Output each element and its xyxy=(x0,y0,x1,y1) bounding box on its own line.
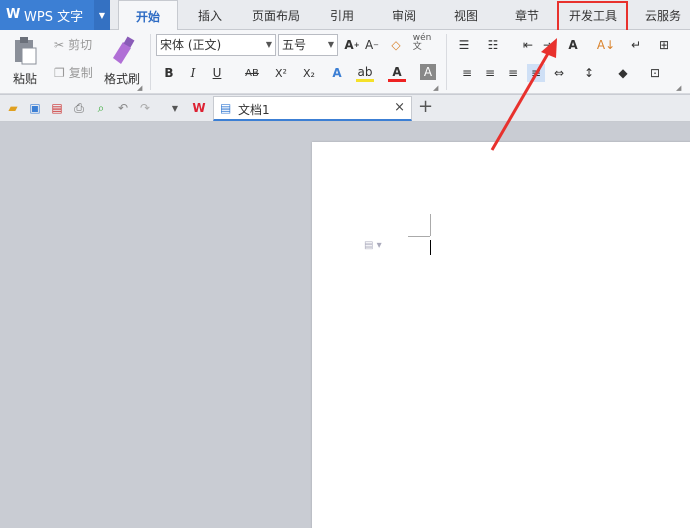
text-cursor xyxy=(430,240,431,255)
menu-bar: W WPS 文字 ▼ 开始 插入 页面布局 引用 审阅 视图 章节 开发工具 云… xyxy=(0,0,690,32)
format-painter-icon xyxy=(113,36,135,64)
paragraph-dialog-launcher-icon[interactable]: ◢ xyxy=(676,84,681,92)
app-name: WPS 文字 xyxy=(24,9,84,25)
separator xyxy=(446,34,447,90)
tab-references[interactable]: 引用 xyxy=(318,0,366,30)
quick-access-bar: ▰ ▣ ▤ ⎙ ⌕ ↶ ↷ ▼ W ▤ 文档1 × + xyxy=(0,95,690,122)
app-menu-caret-icon[interactable]: ▼ xyxy=(94,0,110,30)
bullet-list-icon[interactable]: ☰ xyxy=(455,36,473,54)
document-tab[interactable]: ▤ 文档1 × xyxy=(213,96,412,121)
shrink-font-icon[interactable]: A − xyxy=(363,36,381,54)
align-right-icon[interactable]: ≡ xyxy=(504,64,522,82)
wps-logo-icon: W xyxy=(6,7,21,22)
customize-caret-icon[interactable]: ▼ xyxy=(166,99,184,117)
export-pdf-icon[interactable]: ▤ xyxy=(48,99,66,117)
increase-indent-icon[interactable]: ⇥ xyxy=(539,36,557,54)
tab-chapter[interactable]: 章节 xyxy=(503,0,551,30)
numbered-list-icon[interactable]: ☷ xyxy=(484,36,502,54)
superscript-button[interactable]: X² xyxy=(270,64,292,82)
tab-cloud-service[interactable]: 云服务 xyxy=(636,0,690,30)
line-spacing-icon[interactable]: ↕ xyxy=(580,64,598,82)
underline-button[interactable]: U xyxy=(208,64,226,82)
print-icon[interactable]: ⎙ xyxy=(70,99,88,117)
format-painter-label: 格式刷 xyxy=(103,72,140,86)
new-tab-button[interactable]: + xyxy=(418,96,433,117)
margin-mark xyxy=(408,236,430,237)
open-folder-icon[interactable]: ▰ xyxy=(4,99,22,117)
sort-icon[interactable]: A↓ xyxy=(597,36,615,54)
document-icon: ▤ xyxy=(220,101,232,115)
grow-font-icon[interactable]: A + xyxy=(343,36,361,54)
save-icon[interactable]: ▣ xyxy=(26,99,44,117)
text-effect-icon[interactable]: A xyxy=(328,64,346,82)
cut-button[interactable]: ✂ 剪切 xyxy=(54,36,92,53)
chevron-down-icon: ▼ xyxy=(265,40,272,49)
paragraph-layout-icon[interactable]: ▤ ▾ xyxy=(364,240,382,251)
chevron-down-icon: ▼ xyxy=(327,40,334,49)
cut-label: 剪切 xyxy=(68,38,93,52)
tab-view[interactable]: 视图 xyxy=(442,0,490,30)
margin-mark xyxy=(430,214,431,236)
phonetic-guide-icon[interactable]: wén 文 xyxy=(413,34,432,52)
tab-review[interactable]: 审阅 xyxy=(380,0,428,30)
scissors-icon: ✂ xyxy=(54,37,65,52)
document-tab-label: 文档1 xyxy=(238,103,270,117)
font-size-select[interactable]: 五号 ▼ xyxy=(278,34,338,56)
copy-icon: ❐ xyxy=(54,65,65,80)
watermark-sub: jingyan.baidu.com xyxy=(535,498,637,511)
font-dialog-launcher-icon[interactable]: ◢ xyxy=(433,84,438,92)
align-left-icon[interactable]: ≡ xyxy=(458,64,476,82)
format-painter-button[interactable]: 格式刷 xyxy=(102,34,142,90)
justify-icon[interactable]: ≡ xyxy=(527,64,545,82)
italic-button[interactable]: I xyxy=(184,64,202,82)
tab-start[interactable]: 开始 xyxy=(118,0,178,31)
tab-page-layout[interactable]: 页面布局 xyxy=(245,0,307,30)
align-center-icon[interactable]: ≡ xyxy=(481,64,499,82)
paragraph-shading-icon[interactable]: ◆ xyxy=(614,64,632,82)
character-shading-icon[interactable]: A xyxy=(420,64,436,80)
subscript-button[interactable]: X₂ xyxy=(298,64,320,82)
table-icon[interactable]: ⊞ xyxy=(655,36,673,54)
paste-button[interactable]: 粘贴 xyxy=(6,34,44,90)
bold-button[interactable]: B xyxy=(160,64,178,82)
font-size-value: 五号 xyxy=(282,38,307,52)
borders-icon[interactable]: ⊡ xyxy=(646,64,664,82)
strikethrough-button[interactable]: AB xyxy=(240,64,264,82)
app-menu-button[interactable]: W WPS 文字 ▼ xyxy=(0,0,110,30)
highlight-box xyxy=(557,1,628,32)
distributed-align-icon[interactable]: ⇔ xyxy=(550,64,568,82)
font-name-value: 宋体 (正文) xyxy=(160,38,222,52)
copy-button[interactable]: ❐ 复制 xyxy=(54,64,93,81)
redo-icon[interactable]: ↷ xyxy=(136,99,154,117)
decrease-indent-icon[interactable]: ⇤ xyxy=(519,36,537,54)
watermark: Baidu经验 xyxy=(530,468,652,493)
font-color-icon[interactable]: A xyxy=(388,64,406,82)
clear-format-icon[interactable]: ◇ xyxy=(387,36,405,54)
print-preview-icon[interactable]: ⌕ xyxy=(92,99,110,117)
show-marks-icon[interactable]: ↵ xyxy=(627,36,645,54)
font-name-select[interactable]: 宋体 (正文) ▼ xyxy=(156,34,276,56)
paste-label: 粘贴 xyxy=(12,72,37,86)
undo-icon[interactable]: ↶ xyxy=(114,99,132,117)
ribbon: 粘贴 ✂ 剪切 ❐ 复制 格式刷 ◢ 宋体 (正文) ▼ 五号 ▼ A + A − … xyxy=(0,30,690,94)
highlight-color-icon[interactable]: ab xyxy=(356,64,374,82)
paste-icon xyxy=(15,37,37,65)
wps-home-icon[interactable]: W xyxy=(190,99,208,117)
close-tab-icon[interactable]: × xyxy=(394,100,405,115)
clipboard-dialog-launcher-icon[interactable]: ◢ xyxy=(137,84,142,92)
tab-insert[interactable]: 插入 xyxy=(182,0,238,30)
change-case-icon[interactable]: A xyxy=(564,36,582,54)
separator xyxy=(150,34,151,90)
copy-label: 复制 xyxy=(68,66,93,80)
